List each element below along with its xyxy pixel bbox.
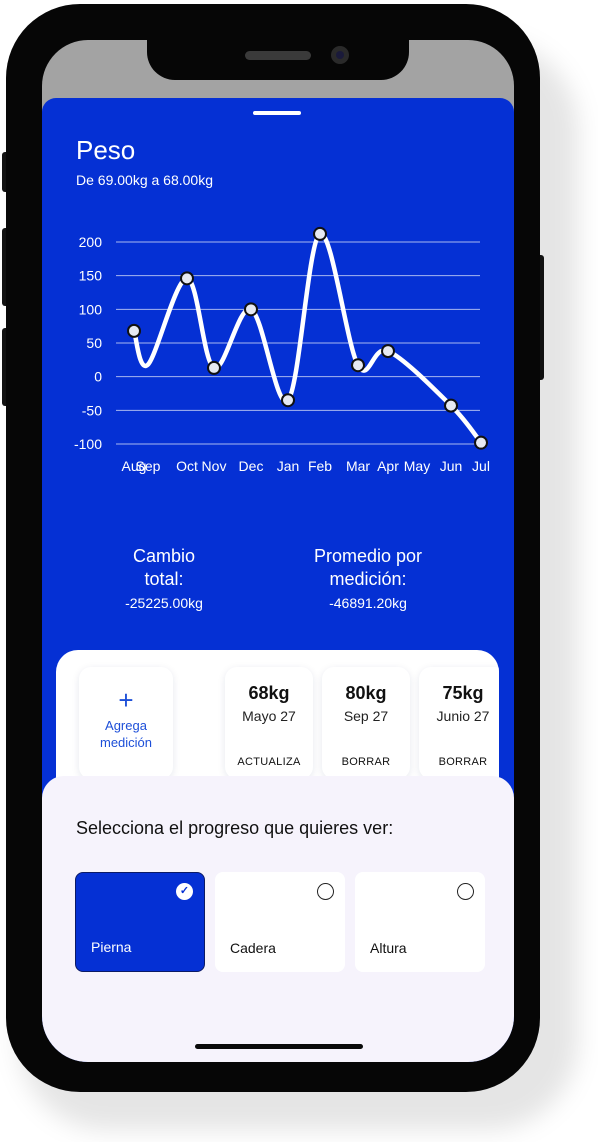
y-tick-label: -100 (74, 436, 102, 452)
total-change-label-1: Cambio (132, 546, 196, 566)
plus-icon: + (118, 685, 134, 715)
weight-line-chart: 200150100500-50-100AugSep Oct Nov Dec Jan Feb… (74, 226, 490, 474)
option-cadera[interactable]: Cadera (215, 872, 345, 972)
data-point (381, 344, 395, 359)
add-measurement-label-1: Agrega (105, 718, 147, 733)
y-tick-label: -50 (82, 402, 102, 418)
data-point (474, 435, 488, 450)
radio-icon[interactable] (317, 883, 334, 900)
x-tick-label: Nov (202, 458, 227, 474)
data-point (444, 398, 458, 413)
screen: Peso De 69.00kg a 68.00kg 200 150 100 50 0 -5… (42, 40, 514, 1062)
measurement-date: Junio 27 (436, 708, 490, 724)
measurement-card[interactable]: 68kg Mayo 27 ACTUALIZA (225, 667, 313, 779)
option-pierna[interactable]: ✓ Pierna (75, 872, 205, 972)
x-tick-label: Jun (440, 458, 463, 474)
front-camera (331, 46, 349, 64)
measurement-date: Mayo 27 (242, 708, 296, 724)
series-line (131, 231, 484, 445)
y-tick-label: 0 (94, 369, 102, 385)
y-tick-label: 200 (79, 234, 103, 250)
x-tick-label: Jul (472, 458, 490, 474)
x-tick-label: Mar (346, 458, 370, 474)
data-point (351, 358, 365, 373)
option-label: Altura (370, 940, 407, 956)
x-tick-label: Dec (239, 458, 264, 474)
measurement-card[interactable]: 80kg Sep 27 BORRAR (322, 667, 410, 779)
speaker-grille (245, 51, 311, 60)
x-tick-label: Oct (176, 458, 198, 474)
x-tick-label: Sep (136, 458, 161, 474)
option-label: Pierna (91, 939, 132, 955)
y-tick-label: 150 (79, 268, 103, 284)
data-point (281, 393, 295, 408)
add-measurement-label-2: medición (99, 735, 153, 750)
total-change-stat: Cambio total: -25225.00kg (94, 545, 234, 611)
update-button[interactable]: ACTUALIZA (225, 756, 313, 768)
data-point (313, 226, 327, 241)
y-tick-label: 50 (86, 335, 102, 351)
total-change-label-2: total: (144, 569, 184, 589)
progress-selector-panel: Selecciona el progreso que quieres ver: … (42, 776, 514, 1062)
radio-icon[interactable] (457, 883, 474, 900)
y-tick-label: 100 (79, 301, 103, 317)
page-subtitle: De 69.00kg a 68.00kg (76, 172, 213, 188)
data-point (244, 302, 258, 317)
notch (147, 40, 409, 80)
x-tick-label: Jan (277, 458, 300, 474)
data-point (127, 323, 141, 338)
add-measurement-button[interactable]: + Agrega medición (79, 667, 173, 779)
measurement-value: 80kg (345, 683, 387, 703)
delete-button[interactable]: BORRAR (322, 756, 410, 768)
data-point (180, 271, 194, 286)
page-title: Peso (76, 135, 136, 165)
x-tick-label: May (404, 458, 430, 474)
home-indicator[interactable] (195, 1044, 363, 1049)
average-label-2: medición: (329, 569, 407, 589)
measurement-card[interactable]: 75kg Junio 27 BORRAR (419, 667, 499, 779)
average-value: -46891.20kg (329, 595, 407, 611)
total-change-value: -25225.00kg (125, 595, 203, 611)
average-stat: Promedio por medición: -46891.20kg (288, 545, 448, 611)
x-tick-label: Feb (308, 458, 332, 474)
measurement-value: 68kg (248, 683, 290, 703)
average-label-1: Promedio por (313, 546, 423, 566)
phone-frame: Peso De 69.00kg a 68.00kg 200 150 100 50 0 -5… (6, 4, 540, 1092)
option-altura[interactable]: Altura (355, 872, 485, 972)
measurement-date: Sep 27 (343, 708, 389, 724)
checkmark-icon: ✓ (176, 883, 193, 900)
option-label: Cadera (230, 940, 276, 956)
measurement-value: 75kg (442, 683, 484, 703)
data-point (207, 360, 221, 375)
sheet-grabber[interactable] (253, 111, 301, 115)
progress-prompt: Selecciona el progreso que quieres ver: (76, 818, 394, 838)
delete-button[interactable]: BORRAR (419, 756, 499, 768)
x-tick-label: Apr (377, 458, 399, 474)
